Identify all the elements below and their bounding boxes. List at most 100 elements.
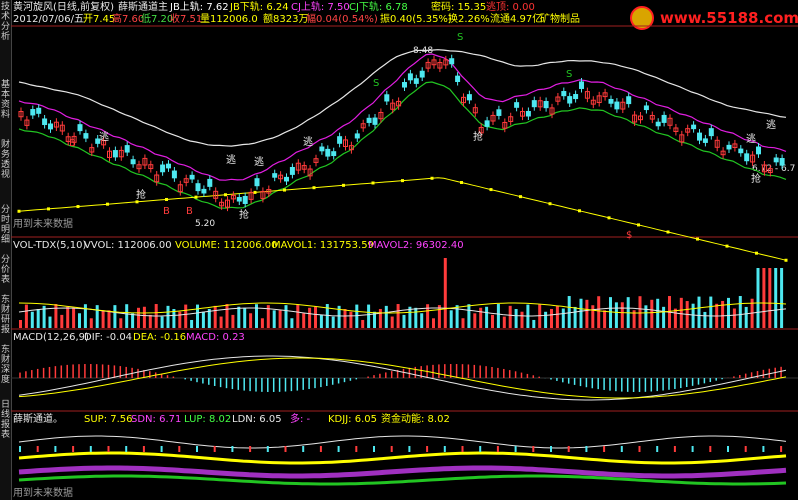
volume-bar (473, 313, 477, 328)
volume-bar (550, 308, 553, 328)
sidebar-tab-daily[interactable]: 日线报表 (0, 400, 11, 440)
volume-bar (703, 311, 707, 328)
candle-body (289, 166, 295, 175)
candle-body (189, 174, 195, 180)
volume-bar (384, 305, 388, 328)
candle-body (366, 117, 372, 123)
xuesi-tick (744, 446, 747, 452)
volume-bar (166, 305, 170, 328)
candle-body (407, 73, 413, 81)
candle-body (242, 195, 248, 204)
xuesi-tick (178, 446, 181, 452)
channel-dot (106, 202, 109, 206)
volume-bar (272, 310, 276, 328)
volume-bar (48, 316, 52, 328)
volume-bar (437, 305, 441, 328)
volume-bar (343, 309, 347, 328)
xuesi-tick (691, 446, 694, 452)
candle-body (573, 94, 579, 100)
candle-body (614, 101, 620, 110)
xuesi-tick (550, 446, 552, 452)
volume-bar (219, 316, 223, 328)
candle-body (643, 105, 649, 111)
volume-bar (131, 313, 135, 328)
xuesi-tick (302, 446, 305, 452)
sidebar-tab-report[interactable]: 东财研报 (0, 295, 11, 335)
volume-bar (479, 307, 483, 328)
candle-body (201, 188, 207, 194)
volume-bar (284, 305, 288, 328)
volume-bar (414, 307, 418, 328)
volume-bar (780, 268, 784, 328)
volume-bar (225, 304, 229, 328)
sidebar-tab-finance[interactable]: 财务透视 (0, 140, 11, 180)
sidebar-tab-basic[interactable]: 基本资料 (0, 80, 11, 120)
candle-body (160, 164, 166, 173)
candle-body (254, 178, 260, 187)
channel-dot (548, 202, 552, 206)
candle-body (207, 178, 213, 187)
lower-channel-line (18, 177, 787, 261)
candle-body (402, 82, 407, 88)
candle-body (484, 120, 490, 127)
escape-mark: 逃 (254, 155, 264, 168)
sidebar-tab-minute[interactable]: 分时明细 (0, 205, 11, 245)
candle-body (626, 96, 632, 105)
candle-body (319, 146, 325, 152)
stock-chart[interactable]: 逃逃 逃逃 逃逃抢抢抢抢BB BSSS$ (11, 0, 798, 500)
volume-bar (142, 306, 146, 328)
channel-dot (224, 193, 227, 197)
volume-bar (491, 314, 494, 328)
channel-dot (371, 181, 375, 185)
candle-body (691, 124, 697, 130)
escape-mark: 逃 (746, 132, 756, 145)
sidebar-tab-pricetable[interactable]: 分价表 (0, 255, 11, 285)
xuesi-tick (337, 446, 340, 452)
volume-bar (585, 299, 589, 328)
candle-body (514, 102, 520, 108)
volume-bar (260, 318, 264, 328)
xuesi-tick (355, 446, 358, 452)
upper-channel-line (18, 49, 787, 147)
volume-bar (30, 311, 34, 328)
volume-bar (603, 310, 607, 328)
candle-body (661, 114, 667, 123)
volume-bar (125, 304, 129, 328)
xuesi-tick (142, 446, 145, 452)
sidebar-tab-tech[interactable]: 技术分析 (0, 2, 11, 42)
candle-body (708, 128, 714, 137)
escape-mark: 逃 (99, 130, 109, 143)
volume-bar (160, 316, 164, 328)
volume-bar (367, 304, 371, 328)
xuesi-tick (54, 446, 57, 452)
volume-bar (402, 314, 406, 328)
escape-mark: 逃 (303, 135, 313, 148)
volume-bar (555, 305, 559, 328)
xuesi-tick (532, 446, 535, 452)
candle-body (702, 138, 708, 143)
volume-bar (184, 304, 188, 328)
volume-bar (774, 268, 778, 328)
volume-bar (691, 303, 695, 328)
xuesi-tick (72, 446, 75, 452)
volume-bar (620, 302, 624, 328)
xuesi-tick (638, 446, 641, 452)
channel-dot (696, 237, 699, 241)
dollar-mark: $ (626, 230, 632, 241)
sell-mark: S (457, 32, 463, 43)
xuesi-tick (19, 446, 21, 452)
volume-bar (579, 298, 583, 328)
volume-bar (644, 305, 648, 328)
volume-bar (744, 306, 748, 328)
xuesi-tick (284, 446, 287, 452)
xuesi-tick (373, 446, 375, 452)
xuesi-tick (780, 446, 783, 452)
channel-dot (666, 230, 670, 234)
sidebar-tab-depth[interactable]: 东财深度 (0, 345, 11, 385)
volume-bar (591, 305, 595, 328)
candle-body (384, 94, 390, 102)
volume-bar (296, 304, 300, 328)
volume-bar (597, 296, 601, 328)
volume-bar (19, 320, 22, 328)
xuesi-white-line (18, 435, 787, 449)
